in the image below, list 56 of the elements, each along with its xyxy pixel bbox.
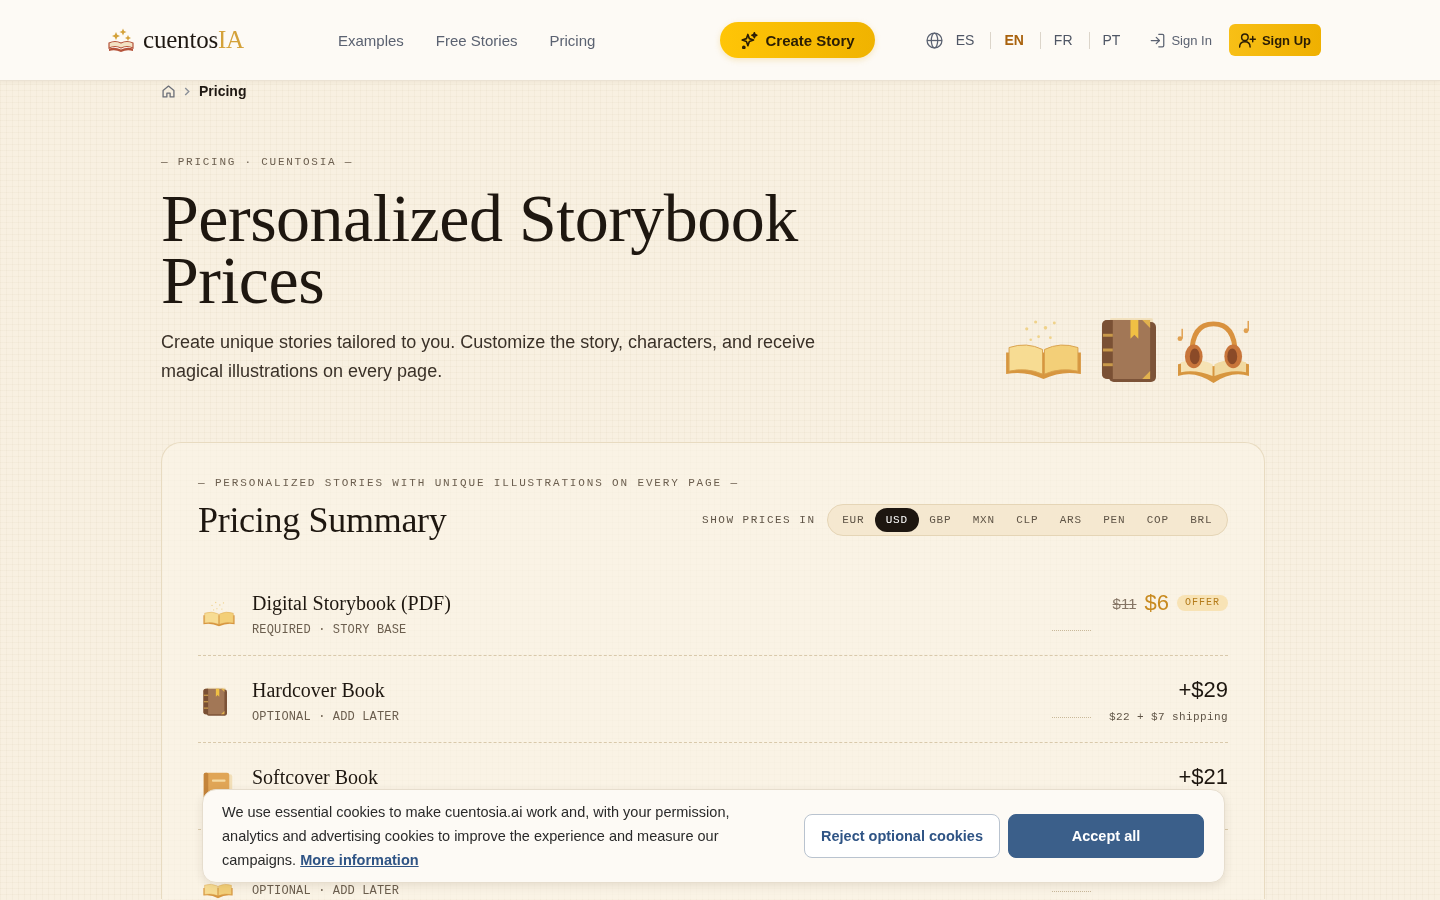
sign-in-link[interactable]: Sign In bbox=[1150, 32, 1212, 48]
offer-badge: OFFER bbox=[1177, 595, 1228, 611]
eyebrow-text: — PRICING · CUENTOSIA — bbox=[161, 155, 354, 170]
price-note: $22 + $7 shipping bbox=[1108, 711, 1228, 723]
page-title: Personalized Storybook Prices bbox=[161, 187, 800, 311]
item-tags: OPTIONAL · ADD LATER bbox=[252, 882, 400, 899]
language-link[interactable]: PT bbox=[1089, 32, 1137, 48]
create-story-button[interactable]: Create Story bbox=[719, 22, 875, 58]
section-title: Pricing Summary bbox=[198, 499, 447, 542]
language-link[interactable]: FR bbox=[1040, 32, 1089, 48]
breadcrumb-current: Pricing bbox=[199, 83, 247, 99]
open-book-icon bbox=[203, 883, 233, 899]
nav-link[interactable]: Pricing bbox=[549, 31, 596, 49]
nav-link[interactable]: Examples bbox=[337, 31, 404, 49]
sign-in-icon bbox=[1150, 32, 1166, 48]
original-price: $11 bbox=[1112, 594, 1137, 612]
currency-option[interactable]: BRL bbox=[1179, 508, 1223, 532]
chevron-right-icon bbox=[184, 86, 190, 96]
currency-option[interactable]: PEN bbox=[1092, 508, 1136, 532]
currency-option[interactable]: ARS bbox=[1049, 508, 1093, 532]
currency-option[interactable]: GBP bbox=[918, 508, 962, 532]
sign-up-button[interactable]: Sign Up bbox=[1228, 24, 1321, 56]
add-user-icon bbox=[1238, 32, 1256, 48]
item-tags: OPTIONAL · ADD LATER bbox=[252, 708, 400, 726]
more-information-link[interactable]: More information bbox=[300, 852, 419, 868]
globe-icon[interactable] bbox=[925, 31, 943, 49]
language-link[interactable]: ES bbox=[942, 32, 991, 48]
sparkles-icon bbox=[740, 31, 758, 49]
currency-option[interactable]: COP bbox=[1136, 508, 1180, 532]
currency-option[interactable]: CLP bbox=[1005, 508, 1049, 532]
section-eyebrow: — PERSONALIZED STORIES WITH UNIQUE ILLUSTRATIONS ON EVERY PAGE — bbox=[198, 476, 739, 491]
reject-cookies-button[interactable]: Reject optional cookies bbox=[804, 814, 1000, 858]
item-price: +$29 bbox=[1178, 677, 1228, 703]
cookie-message: We use essential cookies to make cuentosia.ai work and, with your permission, analytics and advertising cookies to improve the experience and measure our campaigns. More information bbox=[222, 803, 731, 870]
item-title: Digital Storybook (PDF) bbox=[252, 591, 451, 616]
item-price: +$21 bbox=[1178, 764, 1228, 790]
currency-label: SHOW PRICES IN bbox=[702, 514, 816, 526]
logo-text: cuentosIA bbox=[143, 26, 244, 54]
currency-option[interactable]: USD bbox=[875, 508, 919, 532]
item-title: Softcover Book bbox=[252, 765, 379, 790]
currency-option[interactable]: MXN bbox=[962, 508, 1006, 532]
item-price: $6 bbox=[1144, 590, 1169, 616]
accept-cookies-button[interactable]: Accept all bbox=[1008, 814, 1204, 858]
language-link[interactable]: EN bbox=[991, 32, 1040, 48]
closed-book-icon bbox=[203, 686, 227, 716]
book-sparkles-icon bbox=[108, 28, 134, 52]
currency-option[interactable]: EUR bbox=[831, 508, 875, 532]
page-description: Create unique stories tailored to you. Customize the story, characters, and receive magical illustrations on every page. bbox=[161, 331, 816, 383]
nav-link[interactable]: Free Stories bbox=[435, 31, 518, 49]
open-book-icon bbox=[1005, 319, 1082, 380]
open-book-icon bbox=[203, 601, 235, 627]
closed-book-icon bbox=[1101, 317, 1156, 382]
item-title: Hardcover Book bbox=[252, 678, 385, 703]
home-icon[interactable] bbox=[162, 84, 175, 98]
logo[interactable]: cuentosIA bbox=[108, 26, 244, 54]
item-tags: REQUIRED · STORY BASE bbox=[252, 621, 407, 639]
